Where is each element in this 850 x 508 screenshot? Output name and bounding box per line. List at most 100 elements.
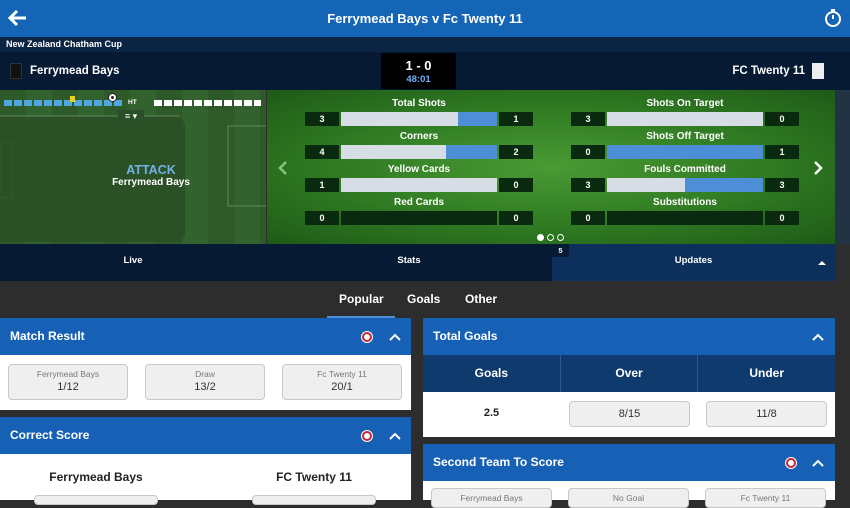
collapse-chevron-icon[interactable] bbox=[812, 333, 824, 341]
match-result-header[interactable]: Match Result bbox=[0, 318, 411, 355]
stats-panel: Total Shots 3 1 Shots On Target 3 0 Corner… bbox=[267, 90, 835, 244]
top-bar: Ferrymead Bays v Fc Twenty 11 bbox=[0, 0, 850, 37]
collapse-chevron-icon[interactable] bbox=[389, 333, 401, 341]
stat-row: Substitutions 0 0 bbox=[571, 197, 799, 225]
stat-bar bbox=[607, 145, 763, 159]
stat-bar bbox=[341, 211, 497, 225]
prev-arrow-icon[interactable] bbox=[277, 160, 289, 176]
stat-bar-fill bbox=[607, 145, 763, 159]
odds-button[interactable]: Fc Twenty 11 20/1 bbox=[282, 364, 402, 400]
odds-selection: Draw bbox=[195, 369, 215, 379]
stat-home-value: 0 bbox=[571, 145, 605, 159]
odds-button[interactable]: No Goal bbox=[568, 488, 689, 508]
collapse-chevron-icon[interactable] bbox=[812, 459, 824, 467]
odds-selection: No Goal bbox=[612, 493, 645, 503]
stat-label: Shots On Target bbox=[646, 98, 724, 109]
collapse-icon[interactable] bbox=[818, 260, 826, 266]
total-goals-card: Total Goals Goals Over Under 2.5 8/15 11… bbox=[423, 318, 835, 437]
stat-home-value: 3 bbox=[571, 112, 605, 126]
tab-updates[interactable]: Updates 5 bbox=[552, 244, 835, 281]
odds-button[interactable] bbox=[252, 495, 376, 505]
stat-home-value: 3 bbox=[305, 112, 339, 126]
cash-out-icon[interactable] bbox=[784, 456, 798, 470]
away-kit-icon bbox=[812, 63, 824, 79]
odds-button[interactable] bbox=[34, 495, 158, 505]
stat-away-value: 1 bbox=[499, 112, 533, 126]
cash-out-icon[interactable] bbox=[360, 330, 374, 344]
stat-away-value: 2 bbox=[499, 145, 533, 159]
stat-row: Yellow Cards 1 0 bbox=[305, 164, 533, 192]
home-team-name: Ferrymead Bays bbox=[30, 65, 120, 77]
half-time-label: HT bbox=[128, 99, 137, 106]
view-tabs: Live Stats Updates 5 bbox=[0, 244, 835, 281]
stat-bar bbox=[607, 178, 763, 192]
carousel-dot[interactable] bbox=[537, 234, 544, 241]
second-team-header[interactable]: Second Team To Score bbox=[423, 444, 835, 481]
stat-row: Corners 4 2 bbox=[305, 131, 533, 159]
odds-selection: Fc Twenty 11 bbox=[740, 493, 791, 503]
timeline-bar: HT bbox=[4, 93, 261, 106]
tab-other[interactable]: Other bbox=[465, 292, 497, 306]
column-over: Over bbox=[561, 355, 699, 392]
odds-button[interactable]: Fc Twenty 11 bbox=[705, 488, 826, 508]
odds-value: 20/1 bbox=[331, 381, 353, 393]
odds-button[interactable]: Ferrymead Bays 1/12 bbox=[8, 364, 128, 400]
stat-away-value: 0 bbox=[499, 211, 533, 225]
stat-away-value: 0 bbox=[499, 178, 533, 192]
under-odds-button[interactable]: 11/8 bbox=[706, 401, 827, 427]
correct-score-header[interactable]: Correct Score bbox=[0, 417, 411, 454]
stat-row: Shots On Target 3 0 bbox=[571, 98, 799, 126]
over-odds-button[interactable]: 8/15 bbox=[569, 401, 690, 427]
next-arrow-icon[interactable] bbox=[812, 160, 824, 176]
odds-button[interactable]: Draw 13/2 bbox=[145, 364, 265, 400]
stopwatch-icon[interactable] bbox=[824, 8, 842, 28]
stat-home-value: 4 bbox=[305, 145, 339, 159]
carousel-dot[interactable] bbox=[547, 234, 554, 241]
stat-home-value: 0 bbox=[571, 211, 605, 225]
carousel-dot[interactable] bbox=[557, 234, 564, 241]
stat-bar bbox=[607, 211, 763, 225]
stat-away-value: 1 bbox=[765, 145, 799, 159]
tab-live[interactable]: Live bbox=[0, 244, 266, 281]
page-title: Ferrymead Bays v Fc Twenty 11 bbox=[327, 11, 523, 26]
tab-stats[interactable]: Stats bbox=[266, 244, 552, 281]
correct-score-home: Ferrymead Bays bbox=[49, 470, 143, 484]
stat-label: Total Shots bbox=[392, 98, 446, 109]
updates-count-badge: 5 bbox=[552, 244, 569, 257]
stat-away-value: 0 bbox=[765, 211, 799, 225]
tab-popular[interactable]: Popular bbox=[339, 292, 384, 306]
attack-indicator: ATTACK Ferrymead Bays bbox=[100, 163, 202, 188]
pitch-tracker: HT ≡ ▾ ATTACK Ferrymead Bays bbox=[0, 90, 266, 244]
stat-bar-fill bbox=[458, 112, 497, 126]
odds-value: 13/2 bbox=[194, 381, 216, 393]
carousel-dots[interactable] bbox=[537, 234, 564, 241]
stat-bar bbox=[341, 112, 497, 126]
scoreboard: Ferrymead Bays 1 - 0 48:01 FC Twenty 11 bbox=[0, 52, 850, 90]
stat-home-value: 3 bbox=[571, 178, 605, 192]
stat-label: Yellow Cards bbox=[387, 164, 451, 175]
market-tabs: Popular Goals Other bbox=[0, 281, 835, 319]
correct-score-title: Correct Score bbox=[10, 428, 90, 442]
odds-selection: Ferrymead Bays bbox=[460, 493, 523, 503]
total-goals-header[interactable]: Total Goals bbox=[423, 318, 835, 355]
competition-name: New Zealand Chatham Cup bbox=[0, 37, 850, 52]
stat-label: Fouls Committed bbox=[644, 164, 726, 175]
column-under: Under bbox=[749, 366, 785, 380]
away-team-name: FC Twenty 11 bbox=[732, 65, 805, 77]
match-result-title: Match Result bbox=[10, 329, 85, 343]
home-kit-icon bbox=[10, 63, 22, 79]
stat-label: Red Cards bbox=[393, 197, 444, 208]
collapse-chevron-icon[interactable] bbox=[389, 432, 401, 440]
odds-button[interactable]: Ferrymead Bays bbox=[431, 488, 552, 508]
correct-score-card: Correct Score Ferrymead Bays FC Twenty 1… bbox=[0, 417, 411, 505]
stat-bar-fill bbox=[445, 145, 497, 159]
stat-bar-fill bbox=[685, 178, 763, 192]
stat-row: Red Cards 0 0 bbox=[305, 197, 533, 225]
attack-label: ATTACK bbox=[126, 163, 176, 177]
cash-out-icon[interactable] bbox=[360, 429, 374, 443]
menu-toggle[interactable]: ≡ ▾ bbox=[118, 110, 144, 122]
attack-team: Ferrymead Bays bbox=[112, 177, 190, 188]
tab-goals[interactable]: Goals bbox=[407, 292, 440, 306]
second-team-title: Second Team To Score bbox=[433, 455, 564, 469]
total-goals-columns: Goals Over Under bbox=[423, 355, 835, 392]
